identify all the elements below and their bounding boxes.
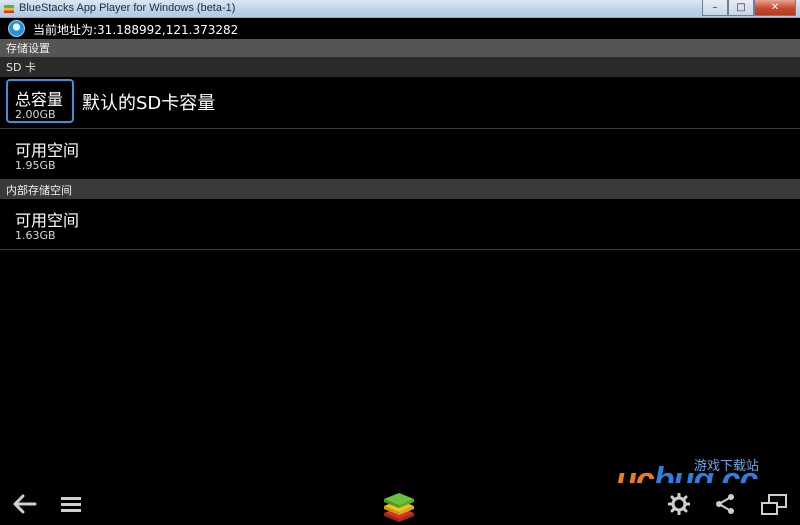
sd-card-header: SD 卡	[0, 57, 800, 77]
minimize-button[interactable]: –	[702, 0, 728, 16]
page-title: 存储设置	[0, 39, 800, 57]
sd-available-space-label: 可用空间	[15, 141, 80, 160]
close-button[interactable]: ✕	[754, 0, 796, 16]
gear-icon[interactable]	[668, 493, 690, 515]
internal-storage-header: 内部存储空间	[0, 180, 800, 199]
back-arrow-icon[interactable]	[12, 493, 38, 515]
internal-available-space-item[interactable]: 可用空间 1.63GB	[0, 199, 800, 250]
maximize-button[interactable]: □	[728, 0, 754, 16]
window-controls: – □ ✕	[702, 0, 796, 17]
bottom-navigation-bar	[0, 483, 800, 525]
sd-available-space-item[interactable]: 可用空间 1.95GB	[0, 129, 800, 180]
window-title: BlueStacks App Player for Windows (beta-…	[19, 2, 236, 14]
default-sd-capacity-tooltip: 默认的SD卡容量	[82, 93, 216, 114]
window-mode-icon[interactable]	[760, 493, 788, 517]
sd-total-capacity-value: 2.00GB	[15, 108, 56, 121]
bluestacks-home-icon[interactable]	[380, 489, 418, 523]
location-notification-bar: 当前地址为:31.188992,121.373282	[0, 18, 800, 39]
location-text: 当前地址为:31.188992,121.373282	[33, 23, 239, 37]
bluestacks-app-icon	[4, 5, 14, 13]
internal-available-space-label: 可用空间	[15, 211, 80, 230]
menu-icon[interactable]	[60, 495, 82, 513]
location-user-icon	[8, 20, 25, 37]
sd-available-space-value: 1.95GB	[15, 159, 56, 172]
sd-total-capacity-label: 总容量	[15, 90, 64, 109]
sd-total-capacity-item[interactable]: 总容量 2.00GB 默认的SD卡容量	[0, 77, 800, 129]
internal-available-space-value: 1.63GB	[15, 229, 56, 242]
window-titlebar[interactable]: BlueStacks App Player for Windows (beta-…	[0, 0, 800, 18]
share-icon[interactable]	[714, 493, 736, 515]
